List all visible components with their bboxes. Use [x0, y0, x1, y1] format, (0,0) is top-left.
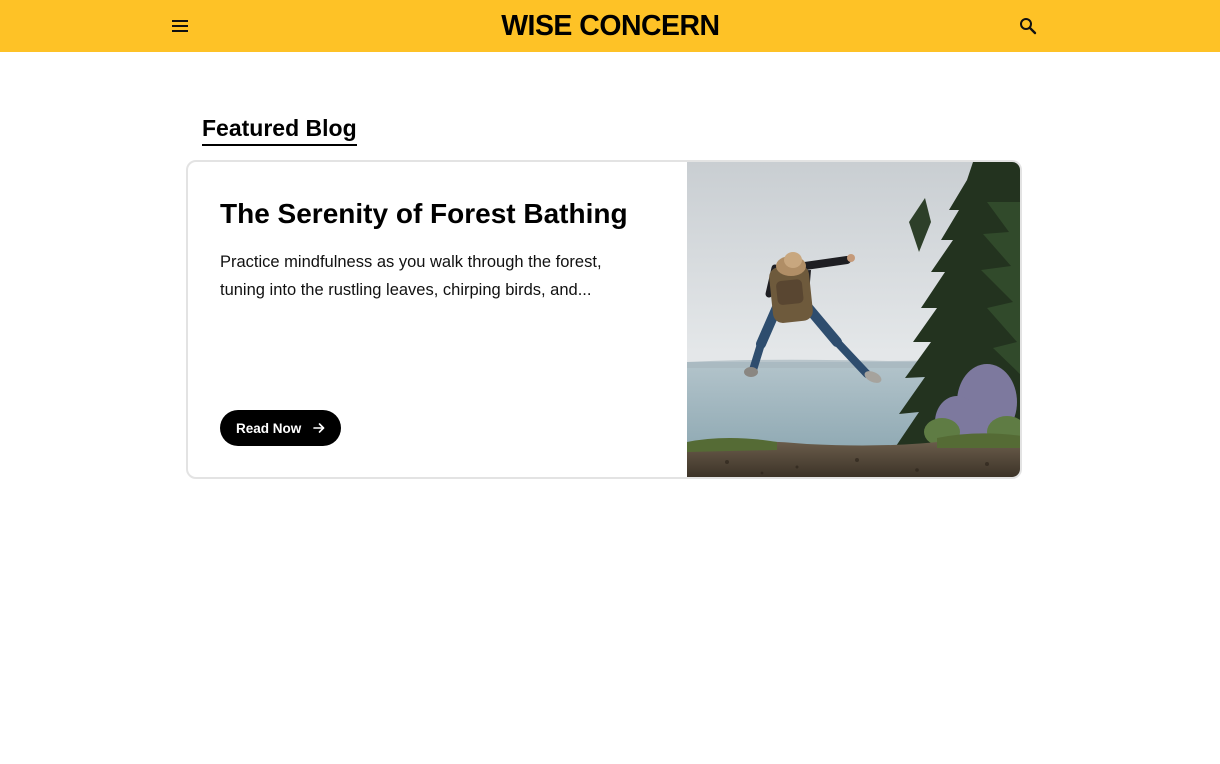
menu-button[interactable] — [166, 12, 194, 40]
card-title[interactable]: The Serenity of Forest Bathing — [220, 196, 670, 232]
featured-blog-card[interactable]: The Serenity of Forest Bathing Practice … — [186, 160, 1022, 479]
brand-logo[interactable]: WISE CONCERN — [501, 10, 720, 43]
read-now-button[interactable]: Read Now — [220, 410, 341, 446]
excerpt-line-1: Practice mindfulness as you walk through… — [220, 253, 602, 271]
section-title: Featured Blog — [202, 114, 357, 146]
hiker-jumping-image — [687, 162, 1020, 477]
read-now-label: Read Now — [236, 420, 302, 436]
card-excerpt: Practice mindfulness as you walk through… — [220, 248, 650, 304]
excerpt-line-2: tuning into the rustling leaves, chirpin… — [220, 281, 592, 299]
card-image[interactable] — [687, 162, 1020, 477]
top-navigation-bar: WISE CONCERN — [0, 0, 1220, 52]
arrow-right-icon — [313, 422, 325, 434]
search-icon — [1020, 18, 1037, 35]
hamburger-menu-icon — [172, 20, 188, 32]
card-body: The Serenity of Forest Bathing Practice … — [188, 162, 687, 477]
search-button[interactable] — [1014, 12, 1042, 40]
